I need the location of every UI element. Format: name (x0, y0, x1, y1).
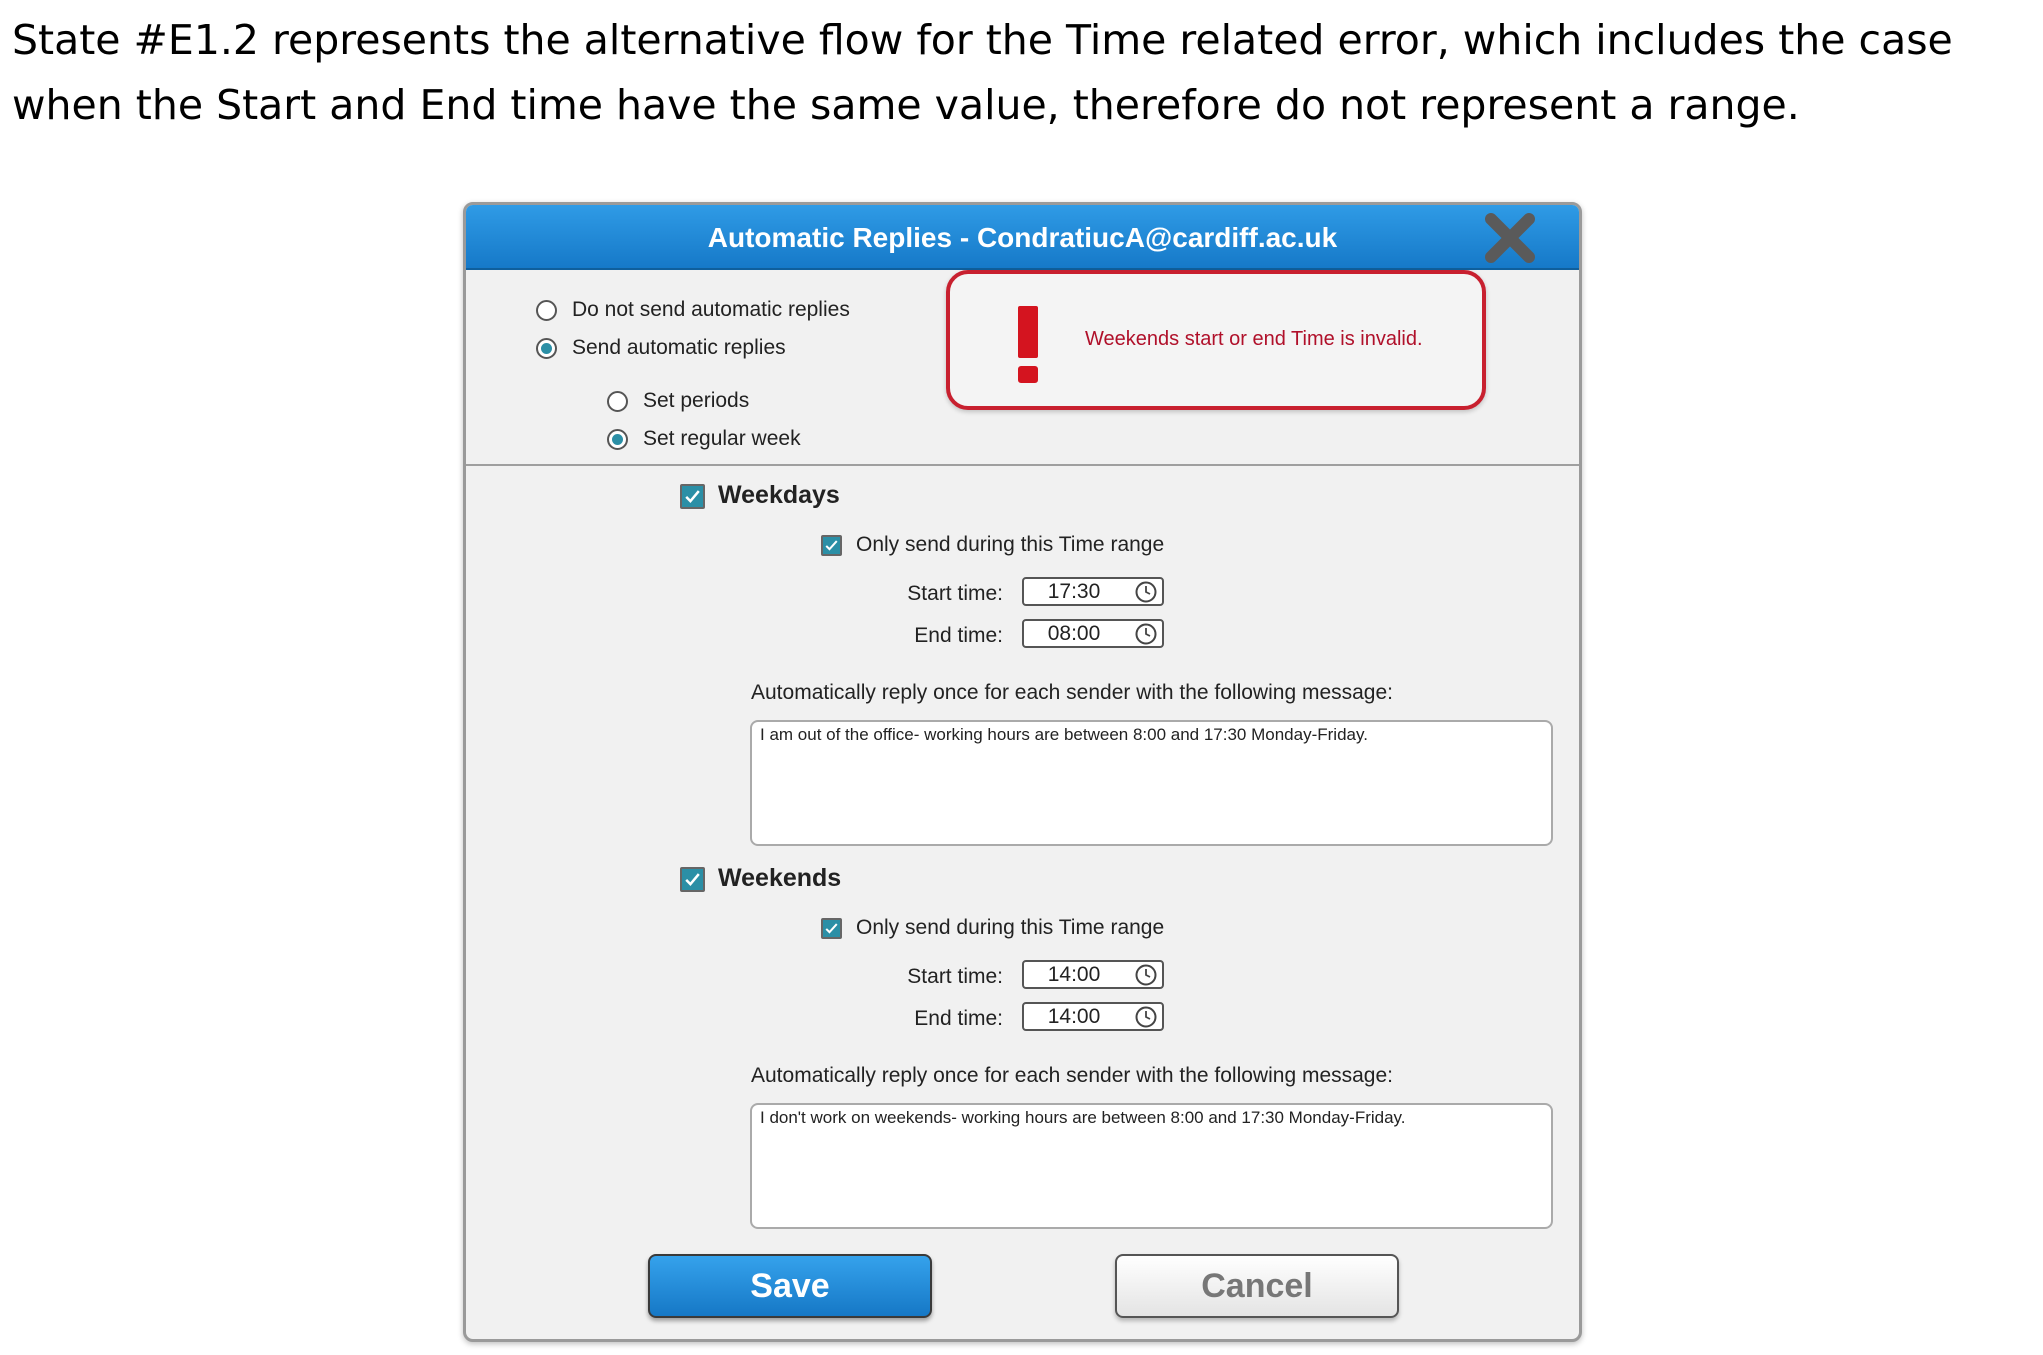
close-button[interactable] (1481, 209, 1539, 267)
weekdays-time-range-label: Only send during this Time range (856, 533, 1165, 556)
section-divider (466, 464, 1579, 466)
clock-icon[interactable] (1134, 622, 1158, 646)
close-x-icon (1485, 213, 1535, 263)
weekdays-checkbox[interactable] (680, 484, 705, 509)
radio-do-not-send-label: Do not send automatic replies (572, 298, 850, 321)
weekends-start-label: Start time: (907, 965, 1003, 988)
weekdays-message-textarea[interactable]: I am out of the office- working hours ar… (750, 720, 1553, 846)
caption-text: State #E1.2 represents the alternative f… (12, 8, 2037, 138)
check-icon (685, 873, 700, 886)
weekends-end-label: End time: (914, 1007, 1003, 1030)
weekdays-end-time-value: 08:00 (1047, 622, 1101, 645)
caption-line-1: State #E1.2 represents the alternative f… (12, 16, 1953, 64)
weekdays-start-time-field[interactable]: 17:30 (1022, 577, 1164, 606)
save-button[interactable]: Save (648, 1254, 932, 1318)
error-message-box: Weekends start or end Time is invalid. (946, 270, 1486, 410)
dialog-title-bar: Automatic Replies - CondratiucA@cardiff.… (466, 205, 1579, 270)
weekends-end-time-value: 14:00 (1047, 1005, 1101, 1028)
weekends-message-textarea[interactable]: I don't work on weekends- working hours … (750, 1103, 1553, 1229)
check-icon (825, 540, 838, 551)
check-icon (825, 923, 838, 934)
weekends-checkbox[interactable] (680, 867, 705, 892)
weekends-end-time-field[interactable]: 14:00 (1022, 1002, 1164, 1031)
clock-icon[interactable] (1134, 580, 1158, 604)
weekends-label: Weekends (718, 864, 842, 892)
check-icon (685, 490, 700, 503)
radio-send-replies-label: Send automatic replies (572, 336, 786, 359)
weekends-time-range-label: Only send during this Time range (856, 916, 1165, 939)
radio-send-replies[interactable] (536, 338, 557, 359)
radio-set-periods[interactable] (607, 391, 628, 412)
clock-icon[interactable] (1134, 963, 1158, 987)
radio-do-not-send[interactable] (536, 300, 557, 321)
weekdays-start-time-value: 17:30 (1047, 580, 1101, 603)
radio-set-regular-week-label: Set regular week (643, 427, 801, 450)
weekends-start-time-field[interactable]: 14:00 (1022, 960, 1164, 989)
weekdays-message-label: Automatically reply once for each sender… (751, 681, 1393, 704)
weekends-start-time-value: 14:00 (1047, 963, 1101, 986)
automatic-replies-dialog: Automatic Replies - CondratiucA@cardiff.… (463, 202, 1582, 1342)
radio-set-regular-week[interactable] (607, 429, 628, 450)
dialog-title: Automatic Replies - CondratiucA@cardiff.… (707, 222, 1338, 253)
caption-line-2: when the Start and End time have the sam… (12, 81, 1800, 129)
weekdays-start-label: Start time: (907, 582, 1003, 605)
weekends-time-range-checkbox[interactable] (821, 918, 842, 939)
weekdays-label: Weekdays (718, 481, 840, 509)
weekdays-end-time-field[interactable]: 08:00 (1022, 619, 1164, 648)
weekdays-time-range-checkbox[interactable] (821, 535, 842, 556)
cancel-button[interactable]: Cancel (1115, 1254, 1399, 1318)
error-text: Weekends start or end Time is invalid. (1085, 328, 1423, 350)
clock-icon[interactable] (1134, 1005, 1158, 1029)
weekends-message-label: Automatically reply once for each sender… (751, 1064, 1393, 1087)
weekdays-end-label: End time: (914, 624, 1003, 647)
radio-set-periods-label: Set periods (643, 389, 750, 412)
